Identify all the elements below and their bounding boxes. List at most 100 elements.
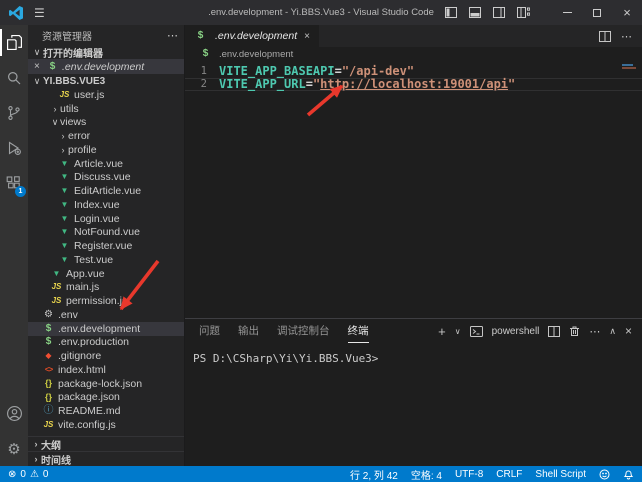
tree-item-utils[interactable]: ›utils	[28, 102, 184, 116]
tree-item-index.html[interactable]: <>index.html	[28, 363, 184, 377]
tree-item-Article.vue[interactable]: ▼Article.vue	[28, 157, 184, 171]
close-tab-icon[interactable]: ×	[304, 31, 310, 42]
code-lines: 1VITE_APP_BASEAPI="/api-dev"2VITE_APP_UR…	[185, 64, 642, 91]
file-label: NotFound.vue	[74, 226, 140, 238]
split-terminal-icon[interactable]	[548, 326, 560, 337]
js-file-icon: JS	[42, 421, 55, 429]
indentation[interactable]: 空格: 4	[411, 467, 442, 482]
tree-item-Discuss.vue[interactable]: ▼Discuss.vue	[28, 171, 184, 185]
customize-layout-icon[interactable]	[517, 7, 530, 18]
tree-item-profile[interactable]: ›profile	[28, 143, 184, 157]
panel-tabs-container: 问题输出调试控制台终端	[199, 319, 369, 343]
json-file-icon: {}	[42, 379, 55, 388]
notifications-bell-icon[interactable]	[623, 468, 634, 480]
window-controls: ×	[445, 0, 642, 25]
line-number: 2	[185, 78, 219, 90]
file-label: profile	[68, 144, 97, 156]
tree-item-README.md[interactable]: ⓘREADME.md	[28, 404, 184, 418]
tree-item-NotFound.vue[interactable]: ▼NotFound.vue	[28, 226, 184, 240]
eol-sequence[interactable]: CRLF	[496, 469, 522, 480]
tree-item-.env.development[interactable]: $.env.development	[28, 322, 184, 336]
run-debug-icon[interactable]	[0, 130, 28, 165]
tree-item-main.js[interactable]: JSmain.js	[28, 281, 184, 295]
kill-terminal-trash-icon[interactable]	[569, 325, 580, 337]
extensions-icon[interactable]: 1	[0, 165, 28, 200]
panel-tab-bar: 问题输出调试控制台终端 + ∨ powershell ⋯ ∧ ×	[185, 319, 642, 343]
terminal-dropdown-icon[interactable]: ∨	[455, 327, 461, 336]
maximize-panel-icon[interactable]: ∧	[609, 326, 616, 337]
tree-item-EditArticle.vue[interactable]: ▼EditArticle.vue	[28, 184, 184, 198]
timeline-section[interactable]: › 时间线	[28, 451, 184, 466]
maximize-button[interactable]	[582, 0, 612, 25]
shell-name[interactable]: powershell	[492, 326, 540, 337]
panel-tab-终端[interactable]: 终端	[348, 319, 369, 343]
toggle-panel-icon[interactable]	[469, 7, 481, 18]
tree-item-Login.vue[interactable]: ▼Login.vue	[28, 212, 184, 226]
breadcrumb[interactable]: $ .env.development	[185, 47, 642, 61]
account-icon[interactable]	[0, 396, 28, 431]
explorer-more-actions-icon[interactable]: ⋯	[167, 29, 178, 42]
minimize-button[interactable]	[552, 0, 582, 25]
settings-gear-icon[interactable]: ⚙	[0, 431, 28, 466]
tree-item-Register.vue[interactable]: ▼Register.vue	[28, 239, 184, 253]
terminal-output[interactable]: PS D:\CSharp\Yi\Yi.BBS.Vue3>	[185, 343, 642, 365]
minimap[interactable]	[620, 63, 640, 69]
file-label: Test.vue	[74, 254, 113, 266]
menu-hamburger-icon[interactable]: ☰	[34, 6, 45, 20]
file-label: .env.development	[58, 323, 140, 335]
token-str: "	[508, 77, 515, 91]
panel-tab-调试控制台[interactable]: 调试控制台	[277, 319, 330, 343]
search-icon[interactable]	[0, 60, 28, 95]
tree-item-Index.vue[interactable]: ▼Index.vue	[28, 198, 184, 212]
tree-item-package-lock.json[interactable]: {}package-lock.json	[28, 377, 184, 391]
explorer-icon[interactable]	[0, 25, 28, 60]
open-editor-item[interactable]: × $ .env.development	[28, 59, 184, 74]
tree-item-.env.production[interactable]: $.env.production	[28, 336, 184, 350]
vue-file-icon: ▼	[58, 242, 71, 250]
close-panel-icon[interactable]: ×	[625, 324, 632, 338]
tree-item-.env[interactable]: ⚙.env	[28, 308, 184, 322]
token-op: =	[306, 77, 313, 91]
token-str: "/api-dev"	[342, 64, 414, 78]
open-editor-filename: .env.development	[62, 61, 144, 73]
editor-more-actions-icon[interactable]: ⋯	[621, 30, 632, 43]
tree-item-error[interactable]: ›error	[28, 129, 184, 143]
tree-item-vite.config.js[interactable]: JSvite.config.js	[28, 418, 184, 432]
tree-item-user.js[interactable]: JSuser.js	[28, 88, 184, 102]
new-terminal-icon[interactable]: +	[438, 324, 446, 339]
toggle-secondary-sidebar-icon[interactable]	[493, 7, 505, 18]
source-control-icon[interactable]	[0, 95, 28, 130]
code-line-2[interactable]: 2VITE_APP_URL="http://localhost:19001/ap…	[185, 78, 642, 92]
tree-item-package.json[interactable]: {}package.json	[28, 391, 184, 405]
gear-file-icon: ⚙	[42, 310, 55, 320]
panel-tab-问题[interactable]: 问题	[199, 319, 220, 343]
token-str: "	[313, 77, 320, 91]
language-mode[interactable]: Shell Script	[535, 469, 586, 480]
split-editor-icon[interactable]	[599, 31, 611, 42]
close-icon[interactable]: ×	[34, 61, 46, 72]
tree-item-App.vue[interactable]: ▼App.vue	[28, 267, 184, 281]
info-file-icon: ⓘ	[42, 406, 55, 416]
terminal-prompt: PS D:\CSharp\Yi\Yi.BBS.Vue3>	[193, 352, 378, 365]
tab-env-development[interactable]: $ .env.development ×	[185, 25, 319, 47]
code-line-1[interactable]: 1VITE_APP_BASEAPI="/api-dev"	[185, 64, 642, 78]
file-label: permission.js	[66, 295, 127, 307]
toggle-sidebar-icon[interactable]	[445, 7, 457, 18]
encoding[interactable]: UTF-8	[455, 469, 483, 480]
file-label: package-lock.json	[58, 378, 142, 390]
feedback-icon[interactable]	[599, 469, 610, 480]
panel-more-actions-icon[interactable]: ⋯	[589, 325, 600, 338]
tree-item-views[interactable]: ∨views	[28, 116, 184, 130]
tree-item-Test.vue[interactable]: ▼Test.vue	[28, 253, 184, 267]
panel-tab-输出[interactable]: 输出	[238, 319, 259, 343]
cursor-position[interactable]: 行 2, 列 42	[350, 467, 398, 482]
tree-item-permission.js[interactable]: JSpermission.js	[28, 294, 184, 308]
project-section[interactable]: ∨ YI.BBS.VUE3	[28, 74, 184, 88]
close-window-button[interactable]: ×	[612, 0, 642, 25]
vue-file-icon: ▼	[58, 173, 71, 181]
problems-status[interactable]: ⊗ 0 ⚠ 0	[8, 469, 48, 480]
open-editors-section[interactable]: ∨ 打开的编辑器	[28, 45, 184, 59]
tree-item-.gitignore[interactable]: ◆.gitignore	[28, 349, 184, 363]
code-editor[interactable]: 1VITE_APP_BASEAPI="/api-dev"2VITE_APP_UR…	[185, 61, 642, 318]
outline-section[interactable]: › 大纲	[28, 436, 184, 451]
